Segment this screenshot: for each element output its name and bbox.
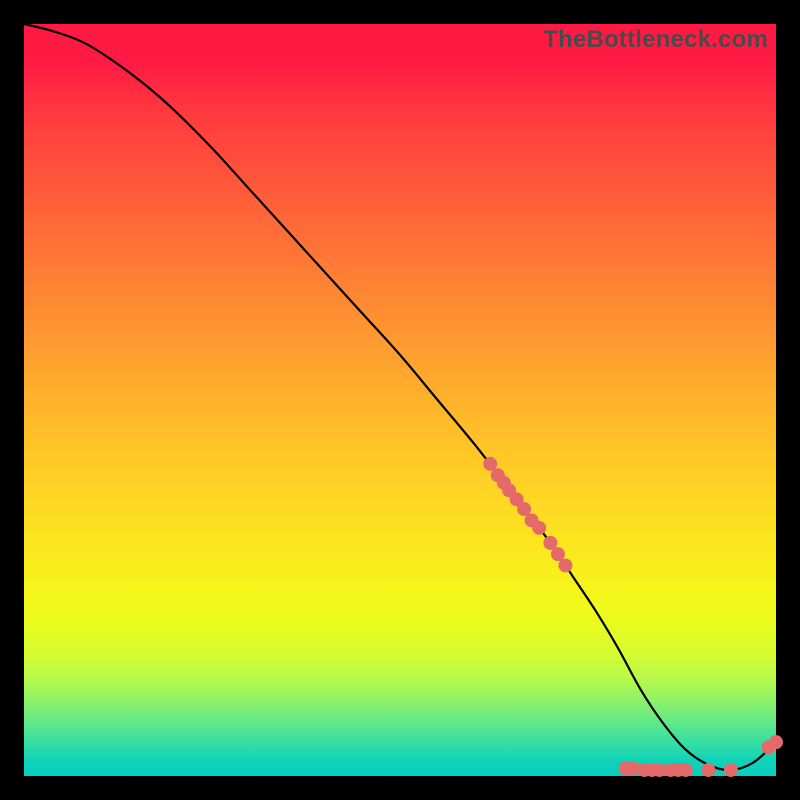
chart-svg	[24, 24, 776, 776]
chart-stage: TheBottleneck.com	[0, 0, 800, 800]
data-marker	[558, 558, 572, 572]
bottleneck-curve	[24, 24, 776, 770]
data-markers	[483, 457, 783, 777]
plot-area: TheBottleneck.com	[24, 24, 776, 776]
data-marker	[679, 763, 693, 777]
data-marker	[701, 763, 715, 777]
data-marker	[532, 521, 546, 535]
data-marker	[724, 763, 738, 777]
data-marker	[769, 735, 783, 749]
